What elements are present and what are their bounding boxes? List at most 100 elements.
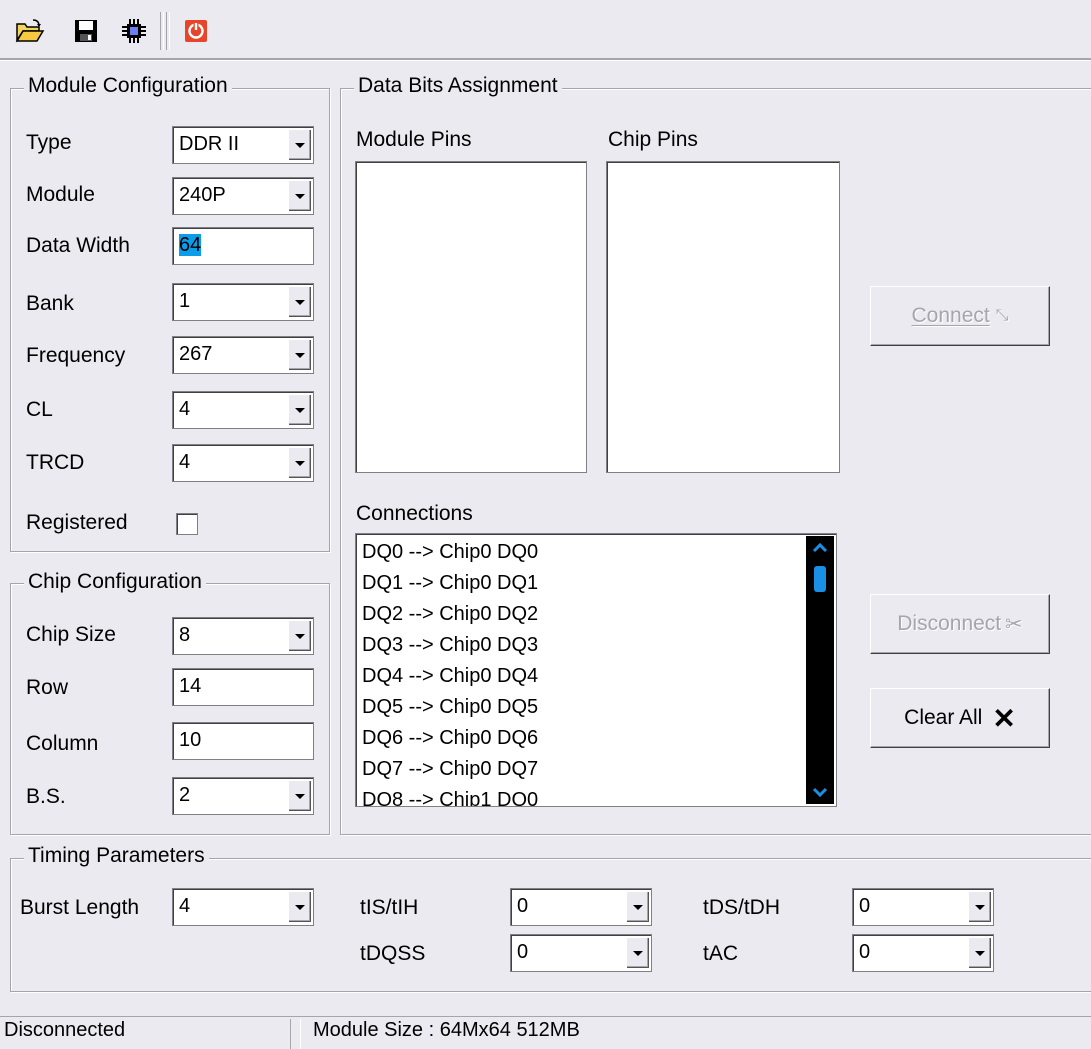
connections-scrollbar[interactable] xyxy=(806,536,834,804)
tis-tih-label: tIS/tIH xyxy=(360,896,419,919)
trcd-select[interactable]: 4 xyxy=(172,444,314,482)
column-label: Column xyxy=(26,732,99,755)
connect-icon: ⤡ xyxy=(995,307,1009,324)
bs-value: 2 xyxy=(179,784,191,806)
clear-all-button[interactable]: Clear All ✕ xyxy=(870,688,1050,748)
module-value: 240P xyxy=(179,184,226,206)
list-item[interactable]: DQ1 --> Chip0 DQ1 xyxy=(362,572,538,595)
status-pane-connection: Disconnected xyxy=(0,1019,291,1049)
chip-size-label: Chip Size xyxy=(26,623,116,646)
burst-length-label: Burst Length xyxy=(20,896,140,919)
close-icon: ✕ xyxy=(992,702,1016,734)
data-bits-assignment-title: Data Bits Assignment xyxy=(354,74,562,98)
trcd-value: 4 xyxy=(179,451,191,473)
column-input[interactable]: 10 xyxy=(172,722,314,760)
trcd-label: TRCD xyxy=(26,451,85,474)
burst-length-select[interactable]: 4 xyxy=(172,888,314,926)
tdqss-label: tDQSS xyxy=(360,942,426,965)
row-input[interactable]: 14 xyxy=(172,668,314,706)
status-bar: Disconnected Module Size : 64Mx64 512MB xyxy=(0,1016,1091,1049)
burst-length-value: 4 xyxy=(179,895,191,917)
cl-select[interactable]: 4 xyxy=(172,391,314,429)
data-width-value: 64 xyxy=(179,234,202,256)
cl-value: 4 xyxy=(179,398,191,420)
registered-label: Registered xyxy=(26,511,128,534)
list-item[interactable]: DQ6 --> Chip0 DQ6 xyxy=(362,727,538,750)
tdqss-select[interactable]: 0 xyxy=(510,934,652,972)
data-width-label: Data Width xyxy=(26,234,130,257)
chevron-down-icon[interactable] xyxy=(626,891,649,922)
scroll-up-icon[interactable] xyxy=(812,542,828,554)
chevron-down-icon[interactable] xyxy=(288,180,311,211)
chevron-down-icon[interactable] xyxy=(968,937,991,968)
type-select[interactable]: DDR II xyxy=(172,126,314,164)
chevron-down-icon[interactable] xyxy=(288,339,311,370)
module-label: Module xyxy=(26,183,95,206)
scroll-thumb[interactable] xyxy=(814,566,826,592)
chip-icon[interactable] xyxy=(118,17,150,45)
chevron-down-icon[interactable] xyxy=(968,891,991,922)
chevron-down-icon[interactable] xyxy=(626,937,649,968)
toolbar xyxy=(0,0,1091,58)
chevron-down-icon[interactable] xyxy=(288,780,311,811)
tdqss-value: 0 xyxy=(517,941,529,963)
list-item[interactable]: DQ4 --> Chip0 DQ4 xyxy=(362,665,538,688)
folder-open-icon[interactable] xyxy=(14,17,46,45)
toolbar-divider xyxy=(160,12,164,50)
tac-value: 0 xyxy=(859,941,871,963)
chevron-down-icon[interactable] xyxy=(288,620,311,651)
connect-button[interactable]: Connect ⤡ xyxy=(870,286,1050,346)
data-width-input[interactable]: 64 xyxy=(172,227,314,265)
status-pane-module-size: Module Size : 64Mx64 512MB xyxy=(300,1019,1081,1049)
registered-checkbox[interactable] xyxy=(176,513,198,535)
row-label: Row xyxy=(26,676,69,699)
chip-pins-list[interactable] xyxy=(606,161,840,473)
toolbar-separator xyxy=(0,58,1091,61)
floppy-disk-icon[interactable] xyxy=(70,17,102,45)
scissors-icon: ✂ xyxy=(1005,612,1023,636)
disconnect-button[interactable]: Disconnect ✂ xyxy=(870,594,1050,654)
tac-label: tAC xyxy=(703,942,739,965)
list-item[interactable]: DQ5 --> Chip0 DQ5 xyxy=(362,696,538,719)
chevron-down-icon[interactable] xyxy=(288,394,311,425)
tis-tih-select[interactable]: 0 xyxy=(510,888,652,926)
module-select[interactable]: 240P xyxy=(172,177,314,215)
chip-configuration-title: Chip Configuration xyxy=(24,570,206,594)
type-label: Type xyxy=(26,131,72,154)
bs-label: B.S. xyxy=(26,785,66,808)
list-item[interactable]: DQ2 --> Chip0 DQ2 xyxy=(362,603,538,626)
list-item[interactable]: DQ0 --> Chip0 DQ0 xyxy=(362,541,538,564)
chevron-down-icon[interactable] xyxy=(288,447,311,478)
scroll-down-icon[interactable] xyxy=(812,786,828,798)
frequency-label: Frequency xyxy=(26,344,126,367)
tds-tdh-value: 0 xyxy=(859,895,871,917)
list-item[interactable]: DQ8 --> Chip1 DQ0 xyxy=(362,789,538,806)
connections-label: Connections xyxy=(356,502,473,525)
tds-tdh-select[interactable]: 0 xyxy=(852,888,994,926)
clear-all-button-label: Clear All xyxy=(904,706,983,729)
connect-button-label: Connect xyxy=(911,304,990,327)
bank-label: Bank xyxy=(26,292,74,315)
connections-list[interactable]: DQ0 --> Chip0 DQ0 DQ1 --> Chip0 DQ1 DQ2 … xyxy=(355,533,837,807)
list-item[interactable]: DQ7 --> Chip0 DQ7 xyxy=(362,758,538,781)
bs-select[interactable]: 2 xyxy=(172,777,314,815)
type-value: DDR II xyxy=(179,133,239,155)
toolbar-divider xyxy=(166,12,170,50)
module-pins-list[interactable] xyxy=(355,161,587,473)
tac-select[interactable]: 0 xyxy=(852,934,994,972)
bank-select[interactable]: 1 xyxy=(172,283,314,321)
chevron-down-icon[interactable] xyxy=(288,286,311,317)
disconnect-button-label: Disconnect xyxy=(897,612,1002,635)
list-item[interactable]: DQ3 --> Chip0 DQ3 xyxy=(362,634,538,657)
tis-tih-value: 0 xyxy=(517,895,529,917)
power-icon[interactable] xyxy=(180,17,212,45)
chip-size-select[interactable]: 8 xyxy=(172,617,314,655)
frequency-value: 267 xyxy=(179,343,213,365)
tds-tdh-label: tDS/tDH xyxy=(703,896,781,919)
timing-parameters-title: Timing Parameters xyxy=(24,844,209,868)
chevron-down-icon[interactable] xyxy=(288,891,311,922)
chip-pins-label: Chip Pins xyxy=(608,128,698,151)
chevron-down-icon[interactable] xyxy=(288,129,311,160)
module-configuration-title: Module Configuration xyxy=(24,74,232,98)
frequency-select[interactable]: 267 xyxy=(172,336,314,374)
